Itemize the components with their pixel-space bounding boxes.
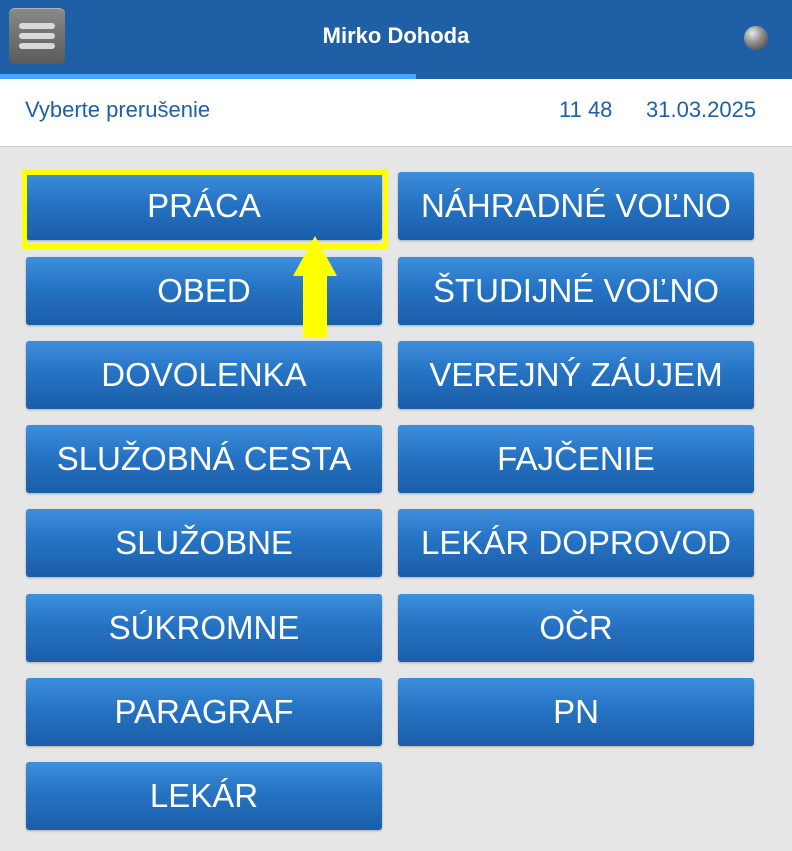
- interruption-button-studijne-volno[interactable]: ŠTUDIJNÉ VOĽNO: [398, 257, 754, 325]
- interruption-button-lekar-doprovod[interactable]: LEKÁR DOPROVOD: [398, 509, 754, 577]
- interruption-button-paragraf[interactable]: PARAGRAF: [26, 678, 382, 746]
- interruption-button-ocr[interactable]: OČR: [398, 594, 754, 662]
- subheader-bar: Vyberte prerušenie 11 48 31.03.2025: [0, 79, 792, 147]
- up-arrow-icon: [293, 236, 337, 338]
- interruption-button-sluzobna-cesta[interactable]: SLUŽOBNÁ CESTA: [26, 425, 382, 493]
- interruption-button-praca[interactable]: PRÁCA: [26, 172, 382, 240]
- current-date: 31.03.2025: [646, 97, 757, 122]
- status-dot-icon: [744, 26, 768, 50]
- interruption-button-dovolenka[interactable]: DOVOLENKA: [26, 341, 382, 409]
- interruption-button-sukromne[interactable]: SÚKROMNE: [26, 594, 382, 662]
- interruption-button-verejny-zaujem[interactable]: VEREJNÝ ZÁUJEM: [398, 341, 754, 409]
- interruption-button-fajcenie[interactable]: FAJČENIE: [398, 425, 754, 493]
- interruption-button-nahradne-volno[interactable]: NÁHRADNÉ VOĽNO: [398, 172, 754, 240]
- user-name-title: Mirko Dohoda: [322, 23, 470, 48]
- interruption-button-lekar[interactable]: LEKÁR: [26, 762, 382, 830]
- current-time: 11 48: [559, 97, 613, 122]
- instruction-label: Vyberte prerušenie: [25, 97, 211, 122]
- app-header: Mirko Dohoda: [0, 0, 792, 74]
- interruption-button-pn[interactable]: PN: [398, 678, 754, 746]
- interruption-button-sluzobne[interactable]: SLUŽOBNE: [26, 509, 382, 577]
